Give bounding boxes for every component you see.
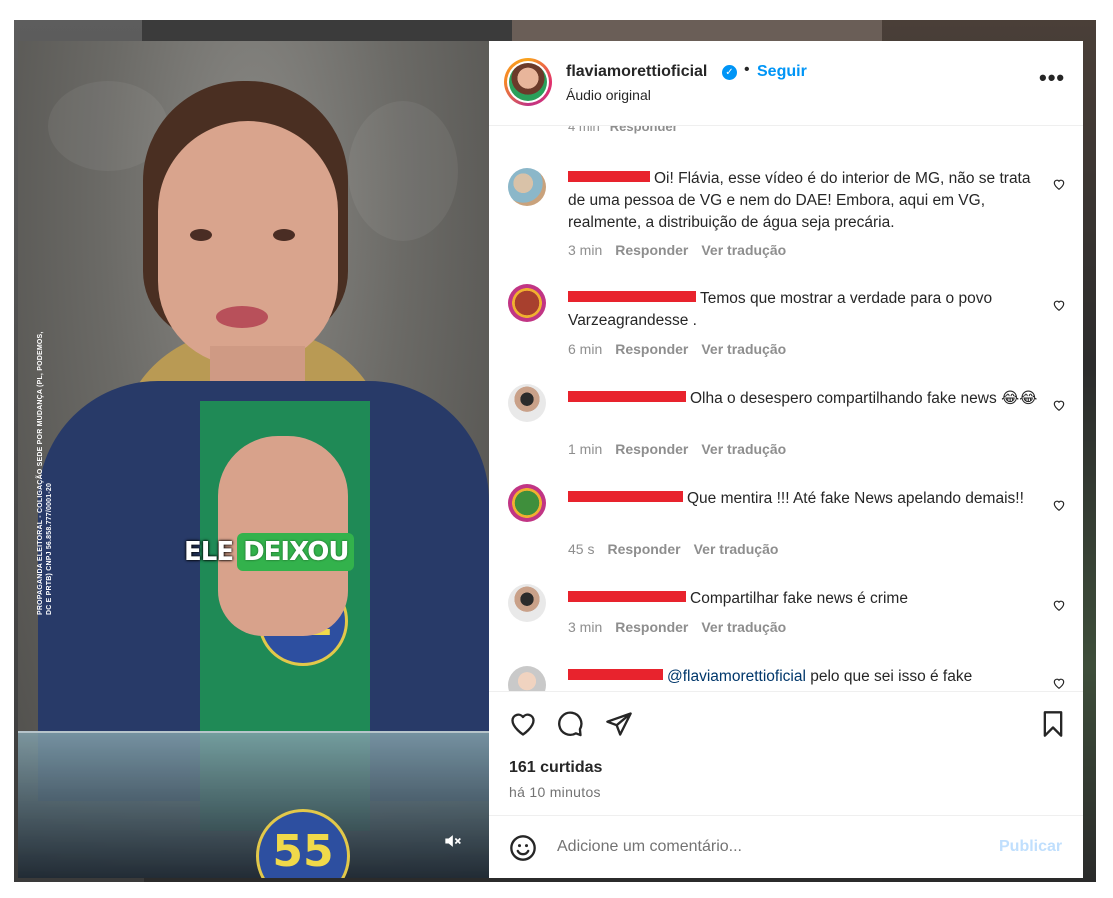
comment-meta: 1 min Responder Ver tradução <box>568 441 799 457</box>
audio-label[interactable]: Áudio original <box>566 87 651 103</box>
person-face <box>158 121 338 366</box>
comment-content: Olha o desespero compartilhando fake new… <box>690 390 1038 407</box>
comment-mention[interactable]: @flaviamorettioficial <box>667 668 806 685</box>
person-eye <box>190 229 212 241</box>
comments-list[interactable]: 4 min Responder Oi! Flávia, esse vídeo é … <box>489 126 1083 691</box>
likes-count[interactable]: 161 curtidas <box>509 759 602 777</box>
mute-icon[interactable] <box>442 831 462 851</box>
glass-desk <box>18 731 489 878</box>
comment-meta: 45 s Responder Ver tradução <box>568 541 791 557</box>
heart-icon[interactable] <box>1052 676 1066 690</box>
author-username[interactable]: flaviamorettioficial <box>566 63 707 81</box>
redacted-username <box>568 171 650 183</box>
comment-icon[interactable] <box>556 710 584 738</box>
commenter-avatar[interactable] <box>508 484 546 522</box>
comment-time: 3 min <box>568 242 603 258</box>
comment-text: Olha o desespero compartilhando fake new… <box>568 388 1038 410</box>
reply-button[interactable]: Responder <box>610 126 678 134</box>
comment-time: 6 min <box>568 341 603 357</box>
comment-meta: 6 min Responder Ver tradução <box>568 341 799 357</box>
reply-button[interactable]: Responder <box>615 341 688 357</box>
comment-meta: 3 min Responder Ver tradução <box>568 619 799 635</box>
commenter-avatar[interactable] <box>508 284 546 322</box>
caption-word: ELE <box>184 537 234 567</box>
comment-text: @flaviamorettioficial pelo que sei isso … <box>568 666 1038 688</box>
comment-text: Temos que mostrar a verdade para o povo … <box>568 288 1038 332</box>
author-avatar[interactable] <box>504 58 552 106</box>
comment-time: 1 min <box>568 441 603 457</box>
bookmark-icon[interactable] <box>1039 710 1067 738</box>
post-actions: 161 curtidas há 10 minutos <box>489 691 1083 812</box>
translate-button[interactable]: Ver tradução <box>694 541 779 557</box>
comment-content: Que mentira !!! Até fake News apelando d… <box>687 490 1024 507</box>
redacted-username <box>568 491 683 503</box>
heart-icon[interactable] <box>1052 498 1066 512</box>
comment-meta: 4 min Responder <box>568 126 678 134</box>
comment-text: Compartilhar fake news é crime <box>568 588 1038 610</box>
wall-texture <box>348 101 458 241</box>
post-modal: 22 55 PROPAGANDA ELEITORAL - COLIGAÇÃO S… <box>18 41 1083 878</box>
person-eye <box>273 229 295 241</box>
translate-button[interactable]: Ver tradução <box>701 341 786 357</box>
video-player[interactable]: 22 55 PROPAGANDA ELEITORAL - COLIGAÇÃO S… <box>18 41 489 878</box>
comment-content: pelo que sei isso é fake <box>805 668 973 685</box>
redacted-username <box>568 669 663 681</box>
electoral-disclaimer: PROPAGANDA ELEITORAL - COLIGAÇÃO SEDE PO… <box>37 331 53 615</box>
comment-time: 3 min <box>568 619 603 635</box>
heart-icon[interactable] <box>1052 598 1066 612</box>
reply-button[interactable]: Responder <box>615 619 688 635</box>
post-panel: flaviamorettioficial ✓ • Seguir Áudio or… <box>489 41 1083 878</box>
emoji-icon[interactable] <box>509 834 537 862</box>
separator-dot: • <box>744 61 750 78</box>
comment-meta: 3 min Responder Ver tradução <box>568 242 799 258</box>
comment-time: 4 min <box>568 126 600 134</box>
heart-icon[interactable] <box>1052 398 1066 412</box>
reply-button[interactable]: Responder <box>607 541 680 557</box>
heart-icon[interactable] <box>509 710 537 738</box>
commenter-avatar[interactable] <box>508 168 546 206</box>
person-mouth <box>216 306 268 328</box>
comment-text: Que mentira !!! Até fake News apelando d… <box>568 488 1038 510</box>
post-header: flaviamorettioficial ✓ • Seguir Áudio or… <box>489 41 1083 126</box>
verified-icon: ✓ <box>722 65 737 80</box>
comment-input[interactable]: Adicione um comentário... <box>557 838 742 856</box>
translate-button[interactable]: Ver tradução <box>701 242 786 258</box>
redacted-username <box>568 391 686 403</box>
redacted-username <box>568 591 686 603</box>
heart-icon[interactable] <box>1052 298 1066 312</box>
heart-icon[interactable] <box>1052 177 1066 191</box>
more-icon[interactable]: ••• <box>1039 65 1065 91</box>
follow-button[interactable]: Seguir <box>757 63 807 81</box>
commenter-avatar[interactable] <box>508 666 546 691</box>
commenter-avatar[interactable] <box>508 584 546 622</box>
redacted-username <box>568 291 696 303</box>
share-icon[interactable] <box>605 710 633 738</box>
commenter-avatar[interactable] <box>508 384 546 422</box>
translate-button[interactable]: Ver tradução <box>701 441 786 457</box>
translate-button[interactable]: Ver tradução <box>701 619 786 635</box>
reply-button[interactable]: Responder <box>615 242 688 258</box>
publish-button[interactable]: Publicar <box>999 838 1062 856</box>
caption-word-highlight: DEIXOU <box>237 533 355 571</box>
comment-time: 45 s <box>568 541 595 557</box>
post-time[interactable]: há 10 minutos <box>509 784 601 800</box>
reply-button[interactable]: Responder <box>615 441 688 457</box>
video-caption: ELE DEIXOU <box>180 529 355 575</box>
add-comment-bar: Adicione um comentário... Publicar <box>489 815 1083 878</box>
comment-text: Oi! Flávia, esse vídeo é do interior de … <box>568 168 1038 234</box>
comment-content: Compartilhar fake news é crime <box>690 590 908 607</box>
